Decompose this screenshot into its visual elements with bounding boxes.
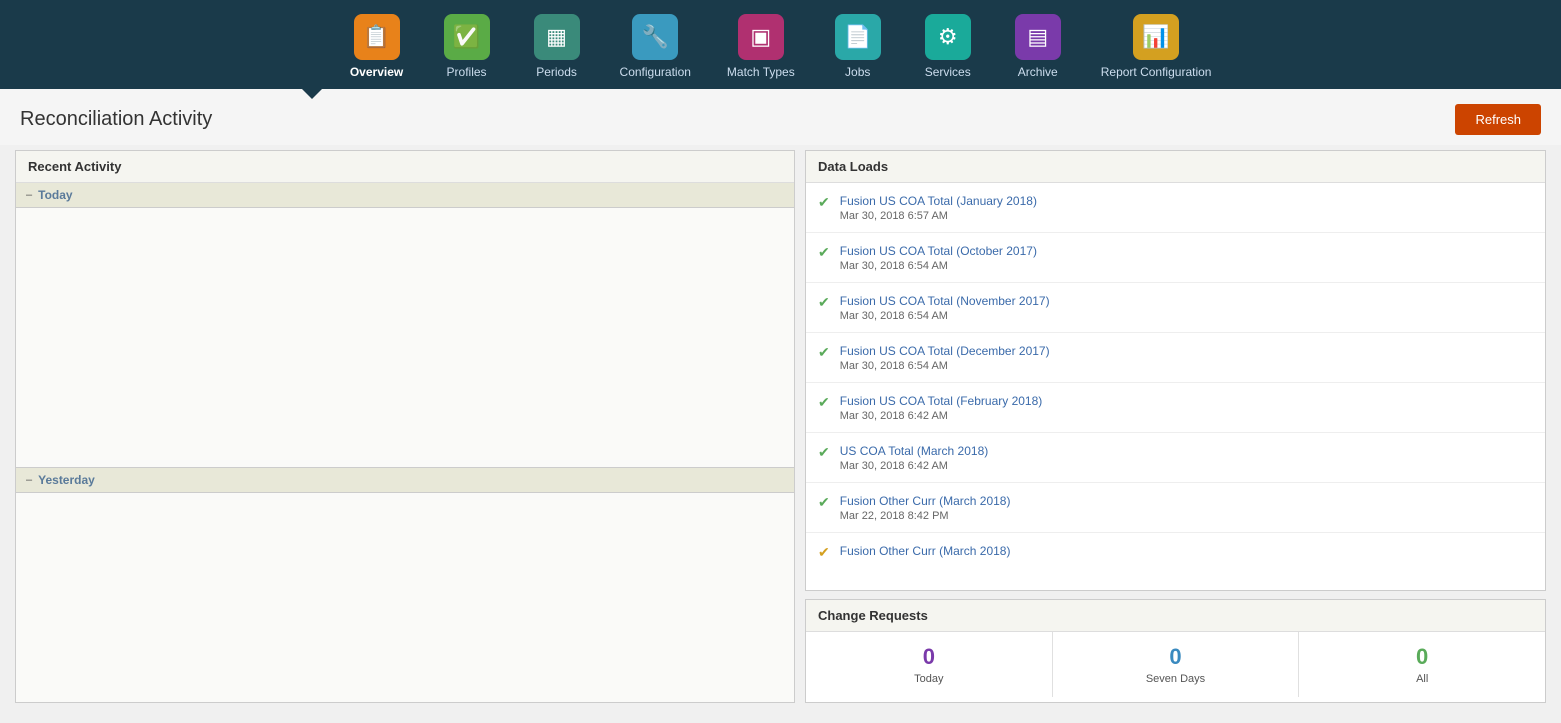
- nav-label-periods: Periods: [536, 65, 577, 79]
- cr-number: 0: [1307, 644, 1537, 670]
- recent-activity-header: Recent Activity: [16, 151, 794, 183]
- change-requests-panel: Change Requests 0 Today 0 Seven Days 0 All: [805, 599, 1546, 703]
- nav-item-report-config[interactable]: 📊 Report Configuration: [1083, 8, 1230, 89]
- data-load-name[interactable]: Fusion US COA Total (January 2018): [840, 194, 1037, 208]
- data-load-item: ✔ US COA Total (March 2018) Mar 30, 2018 6…: [806, 433, 1545, 483]
- data-load-name[interactable]: Fusion US COA Total (February 2018): [840, 394, 1043, 408]
- data-load-date: Mar 22, 2018 8:42 PM: [840, 510, 1533, 522]
- data-load-info: Fusion US COA Total (October 2017) Mar 30…: [840, 243, 1533, 272]
- data-loads-panel: Data Loads ✔ Fusion US COA Total (January…: [805, 150, 1546, 591]
- nav-label-overview: Overview: [350, 65, 403, 79]
- data-load-info: Fusion US COA Total (January 2018) Mar 30…: [840, 193, 1533, 222]
- nav-label-jobs: Jobs: [845, 65, 870, 79]
- nav-icon-match-types: ▣: [738, 14, 784, 60]
- nav-icon-report-config: 📊: [1133, 14, 1179, 60]
- yesterday-content: [16, 493, 794, 703]
- data-loads-header: Data Loads: [806, 151, 1545, 183]
- data-load-status-icon: ✔: [818, 344, 830, 361]
- data-load-status-icon: ✔: [818, 394, 830, 411]
- navigation-bar: 📋 Overview ✅ Profiles ▦ Periods 🔧 Configuration…: [0, 0, 1561, 89]
- data-load-status-icon: ✔: [818, 194, 830, 211]
- nav-icon-profiles: ✅: [444, 14, 490, 60]
- nav-label-match-types: Match Types: [727, 65, 795, 79]
- data-load-item: ✔ Fusion US COA Total (January 2018) Mar 3…: [806, 183, 1545, 233]
- data-load-item: ✔ Fusion Other Curr (March 2018) Mar 22, 2…: [806, 483, 1545, 533]
- today-content: [16, 208, 794, 468]
- cr-number: 0: [1061, 644, 1291, 670]
- yesterday-label: Yesterday: [38, 473, 95, 487]
- data-load-date: Mar 30, 2018 6:54 AM: [840, 310, 1533, 322]
- right-panel: Data Loads ✔ Fusion US COA Total (January…: [805, 150, 1546, 703]
- page-title: Reconciliation Activity: [20, 108, 212, 131]
- data-load-name[interactable]: Fusion US COA Total (December 2017): [840, 344, 1050, 358]
- data-load-name[interactable]: Fusion Other Curr (March 2018): [840, 494, 1011, 508]
- data-load-date: Mar 30, 2018 6:57 AM: [840, 210, 1533, 222]
- data-load-name[interactable]: Fusion US COA Total (November 2017): [840, 294, 1050, 308]
- nav-item-periods[interactable]: ▦ Periods: [512, 8, 602, 89]
- data-load-name[interactable]: US COA Total (March 2018): [840, 444, 989, 458]
- main-content: Recent Activity – Today – Yesterday – Se…: [0, 145, 1561, 718]
- nav-item-match-types[interactable]: ▣ Match Types: [709, 8, 813, 89]
- data-load-date: Mar 30, 2018 6:54 AM: [840, 260, 1533, 272]
- nav-label-profiles: Profiles: [447, 65, 487, 79]
- cr-number: 0: [814, 644, 1044, 670]
- data-load-info: Fusion Other Curr (March 2018) Mar 22, 20…: [840, 493, 1533, 522]
- nav-icon-services: ⚙: [925, 14, 971, 60]
- data-load-item: ✔ Fusion US COA Total (February 2018) Mar …: [806, 383, 1545, 433]
- data-load-info: Fusion Other Curr (March 2018): [840, 543, 1533, 560]
- data-load-date: Mar 30, 2018 6:54 AM: [840, 360, 1533, 372]
- today-label: Today: [38, 188, 72, 202]
- data-load-info: Fusion US COA Total (December 2017) Mar 3…: [840, 343, 1533, 372]
- data-load-info: Fusion US COA Total (February 2018) Mar 3…: [840, 393, 1533, 422]
- data-load-date: Mar 30, 2018 6:42 AM: [840, 460, 1533, 472]
- nav-label-report-config: Report Configuration: [1101, 65, 1212, 79]
- data-load-item: ✔ Fusion Other Curr (March 2018): [806, 533, 1545, 571]
- data-load-info: US COA Total (March 2018) Mar 30, 2018 6:…: [840, 443, 1533, 472]
- data-load-info: Fusion US COA Total (November 2017) Mar 3…: [840, 293, 1533, 322]
- data-load-status-icon: ✔: [818, 494, 830, 511]
- cr-cell-seven-days: 0 Seven Days: [1053, 632, 1300, 697]
- nav-icon-configuration: 🔧: [632, 14, 678, 60]
- data-load-item: ✔ Fusion US COA Total (December 2017) Mar …: [806, 333, 1545, 383]
- nav-label-services: Services: [925, 65, 971, 79]
- recent-activity-panel: Recent Activity – Today – Yesterday – Se…: [15, 150, 795, 703]
- page-header: Reconciliation Activity Refresh: [0, 89, 1561, 145]
- nav-icon-overview: 📋: [354, 14, 400, 60]
- nav-item-archive[interactable]: ▤ Archive: [993, 8, 1083, 89]
- data-load-item: ✔ Fusion US COA Total (November 2017) Mar …: [806, 283, 1545, 333]
- nav-label-archive: Archive: [1018, 65, 1058, 79]
- data-load-status-icon: ✔: [818, 294, 830, 311]
- yesterday-toggle[interactable]: –: [26, 474, 32, 486]
- data-load-name[interactable]: Fusion US COA Total (October 2017): [840, 244, 1037, 258]
- nav-arrow: [302, 89, 322, 99]
- refresh-button[interactable]: Refresh: [1455, 104, 1541, 135]
- data-load-status-icon: ✔: [818, 544, 830, 561]
- nav-label-configuration: Configuration: [620, 65, 691, 79]
- cr-label: Seven Days: [1061, 673, 1291, 685]
- cr-cell-all: 0 All: [1299, 632, 1545, 697]
- data-load-name[interactable]: Fusion Other Curr (March 2018): [840, 544, 1011, 558]
- data-loads-list: ✔ Fusion US COA Total (January 2018) Mar 3…: [806, 183, 1545, 590]
- nav-item-services[interactable]: ⚙ Services: [903, 8, 993, 89]
- nav-item-jobs[interactable]: 📄 Jobs: [813, 8, 903, 89]
- nav-icon-jobs: 📄: [835, 14, 881, 60]
- nav-item-overview[interactable]: 📋 Overview: [332, 8, 422, 89]
- change-requests-header: Change Requests: [806, 600, 1545, 632]
- data-load-item: ✔ Fusion US COA Total (October 2017) Mar 3…: [806, 233, 1545, 283]
- today-section-header[interactable]: – Today: [16, 183, 794, 208]
- data-load-status-icon: ✔: [818, 244, 830, 261]
- nav-item-profiles[interactable]: ✅ Profiles: [422, 8, 512, 89]
- nav-item-configuration[interactable]: 🔧 Configuration: [602, 8, 709, 89]
- cr-cell-today: 0 Today: [806, 632, 1053, 697]
- today-toggle[interactable]: –: [26, 189, 32, 201]
- change-requests-grid: 0 Today 0 Seven Days 0 All: [806, 632, 1545, 697]
- nav-icon-archive: ▤: [1015, 14, 1061, 60]
- cr-label: All: [1307, 673, 1537, 685]
- yesterday-section-header[interactable]: – Yesterday: [16, 468, 794, 493]
- nav-icon-periods: ▦: [534, 14, 580, 60]
- cr-label: Today: [814, 673, 1044, 685]
- data-load-date: Mar 30, 2018 6:42 AM: [840, 410, 1533, 422]
- data-load-status-icon: ✔: [818, 444, 830, 461]
